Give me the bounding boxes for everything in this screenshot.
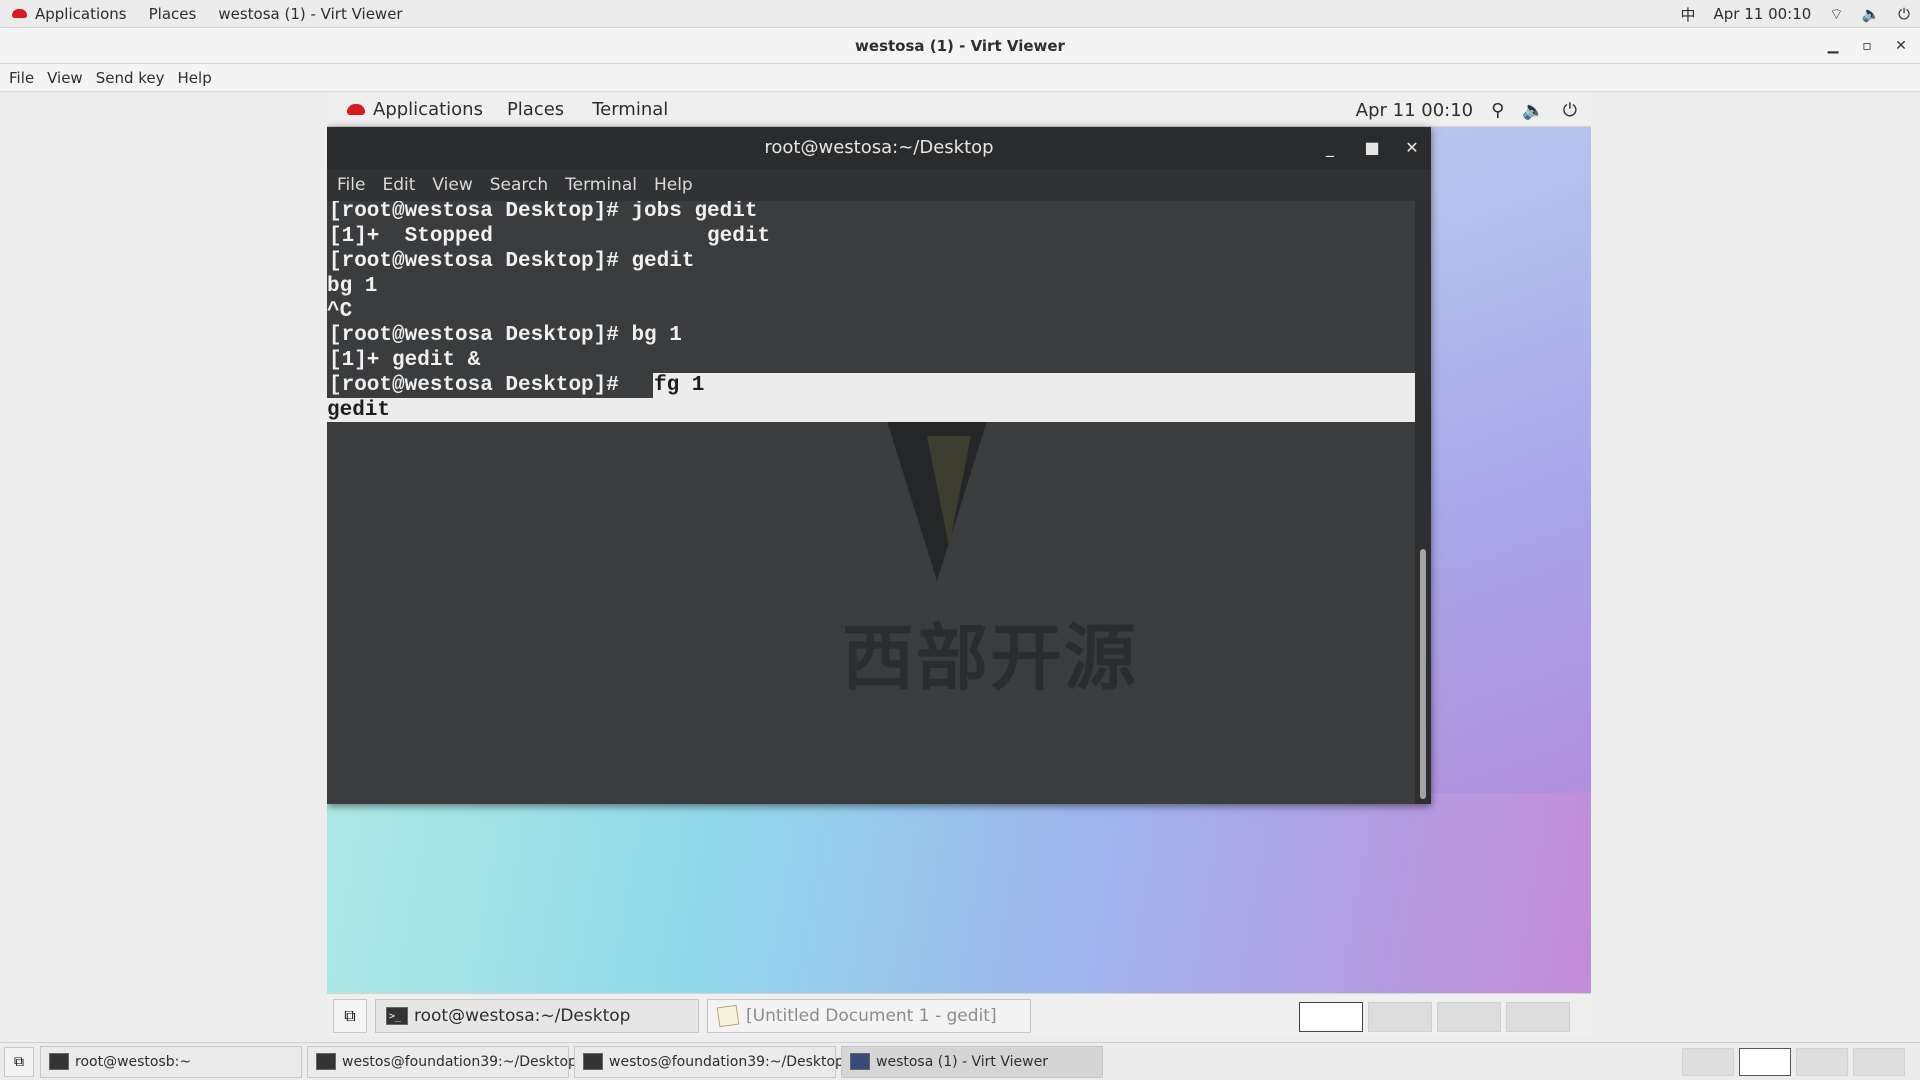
- viewer-title: westosa (1) - Virt Viewer: [855, 37, 1065, 55]
- volume-icon[interactable]: 🔈: [1522, 100, 1544, 121]
- host-task-virt-viewer[interactable]: westosa (1) - Virt Viewer: [841, 1046, 1103, 1078]
- terminal-scrollbar-thumb[interactable]: [1420, 549, 1426, 799]
- guest-task-terminal[interactable]: root@westosa:~/Desktop: [375, 999, 699, 1033]
- terminal-menu-search[interactable]: Search: [490, 175, 548, 195]
- terminal-line: [root@westosa Desktop]#: [329, 374, 632, 397]
- host-active-window-title[interactable]: westosa (1) - Virt Viewer: [218, 5, 402, 23]
- guest-places-menu[interactable]: Places: [507, 99, 564, 120]
- watermark-logo-inner: [927, 436, 971, 546]
- terminal-line: [root@westosa Desktop]# bg 1: [329, 324, 682, 347]
- workspace-3[interactable]: [1437, 1002, 1501, 1032]
- terminal-line: [1]+ Stopped gedit: [329, 225, 771, 248]
- host-places-menu[interactable]: Places: [149, 5, 197, 23]
- gedit-icon: [716, 1004, 740, 1028]
- host-applications-menu[interactable]: Applications: [12, 5, 127, 23]
- close-button[interactable]: ✕: [1886, 28, 1916, 64]
- host-task-foundation-1[interactable]: westos@foundation39:~/Desktop: [307, 1046, 577, 1078]
- workspace-1[interactable]: [1299, 1002, 1363, 1032]
- host-taskbar: ⧉ root@westosb:~ westos@foundation39:~/D…: [0, 1042, 1920, 1080]
- power-icon[interactable]: ⏻: [1898, 5, 1910, 23]
- guest-terminal-menu[interactable]: Terminal: [592, 99, 668, 120]
- workspace-4[interactable]: [1506, 1002, 1570, 1032]
- virt-viewer-icon: [850, 1053, 870, 1070]
- host-task-foundation-2[interactable]: westos@foundation39:~/Desktop: [574, 1046, 844, 1078]
- host-task-westosb[interactable]: root@westosb:~: [40, 1046, 302, 1078]
- guest-task-gedit[interactable]: [Untitled Document 1 - gedit]: [707, 999, 1031, 1033]
- terminal-icon: [49, 1053, 69, 1070]
- host-workspace-1[interactable]: [1682, 1048, 1734, 1076]
- viewer-menubar: File View Send key Help: [0, 64, 1920, 92]
- minimize-button[interactable]: ▁: [1818, 28, 1848, 64]
- terminal-line-selected: gedit: [327, 399, 391, 422]
- guest-top-panel: Applications Places Terminal Apr 11 00:1…: [327, 93, 1591, 127]
- terminal-line: ^C: [327, 300, 353, 323]
- terminal-menu-view[interactable]: View: [432, 175, 472, 195]
- terminal-icon: [386, 1001, 408, 1033]
- guest-clock[interactable]: Apr 11 00:10: [1356, 100, 1473, 121]
- terminal-menu-help[interactable]: Help: [654, 175, 693, 195]
- host-workspace-4[interactable]: [1853, 1048, 1905, 1076]
- watermark-text: 西部开源: [842, 616, 1139, 700]
- terminal-menu-edit[interactable]: Edit: [382, 175, 415, 195]
- terminal-menu-file[interactable]: File: [337, 175, 365, 195]
- terminal-menu-terminal[interactable]: Terminal: [565, 175, 637, 195]
- terminal-icon: [583, 1053, 603, 1070]
- guest-display[interactable]: Applications Places Terminal Apr 11 00:1…: [327, 93, 1591, 1036]
- network-question-icon[interactable]: ⚲: [1491, 100, 1504, 121]
- viewer-menu-sendkey[interactable]: Send key: [96, 69, 165, 87]
- host-clock[interactable]: Apr 11 00:10: [1714, 5, 1812, 23]
- guest-applications-menu[interactable]: Applications: [347, 99, 483, 120]
- host-workspace-3[interactable]: [1796, 1048, 1848, 1076]
- host-workspace-2[interactable]: [1739, 1048, 1791, 1076]
- terminal-minimize-button[interactable]: _: [1315, 127, 1345, 169]
- maximize-button[interactable]: ▫: [1852, 28, 1882, 64]
- terminal-output[interactable]: 西部开源 [root@westosa Desktop]# jobs gedit …: [327, 201, 1415, 804]
- input-method-indicator[interactable]: 中: [1681, 4, 1696, 25]
- terminal-line-selected: fg 1: [654, 374, 705, 397]
- host-top-panel: Applications Places westosa (1) - Virt V…: [0, 0, 1920, 28]
- viewer-menu-file[interactable]: File: [9, 69, 34, 87]
- terminal-line: bg 1: [327, 275, 378, 298]
- terminal-window[interactable]: root@westosa:~/Desktop _ ■ ✕ File Edit V…: [327, 127, 1431, 804]
- terminal-titlebar[interactable]: root@westosa:~/Desktop _ ■ ✕: [327, 127, 1431, 169]
- workspace-2[interactable]: [1368, 1002, 1432, 1032]
- terminal-close-button[interactable]: ✕: [1397, 127, 1427, 169]
- terminal-title: root@westosa:~/Desktop: [764, 137, 994, 158]
- viewer-menu-view[interactable]: View: [47, 69, 83, 87]
- show-desktop-icon[interactable]: ⧉: [333, 999, 367, 1033]
- redhat-icon: [347, 104, 365, 115]
- viewer-menu-help[interactable]: Help: [178, 69, 212, 87]
- terminal-menubar: File Edit View Search Terminal Help: [327, 169, 1431, 201]
- redhat-icon: [12, 9, 27, 18]
- terminal-line: [root@westosa Desktop]# gedit: [329, 250, 695, 273]
- terminal-line: [1]+ gedit &: [329, 349, 481, 372]
- power-icon[interactable]: ⏻: [1563, 100, 1577, 121]
- wifi-icon[interactable]: ⌔: [1829, 5, 1843, 24]
- terminal-line: [root@westosa Desktop]# jobs gedit: [329, 201, 758, 223]
- volume-icon[interactable]: 🔈: [1861, 5, 1880, 23]
- viewer-titlebar: westosa (1) - Virt Viewer ▁ ▫ ✕: [0, 28, 1920, 64]
- terminal-maximize-button[interactable]: ■: [1357, 127, 1387, 169]
- show-desktop-icon[interactable]: ⧉: [4, 1047, 34, 1077]
- guest-taskbar: ⧉ root@westosa:~/Desktop [Untitled Docum…: [327, 993, 1591, 1036]
- terminal-icon: [316, 1053, 336, 1070]
